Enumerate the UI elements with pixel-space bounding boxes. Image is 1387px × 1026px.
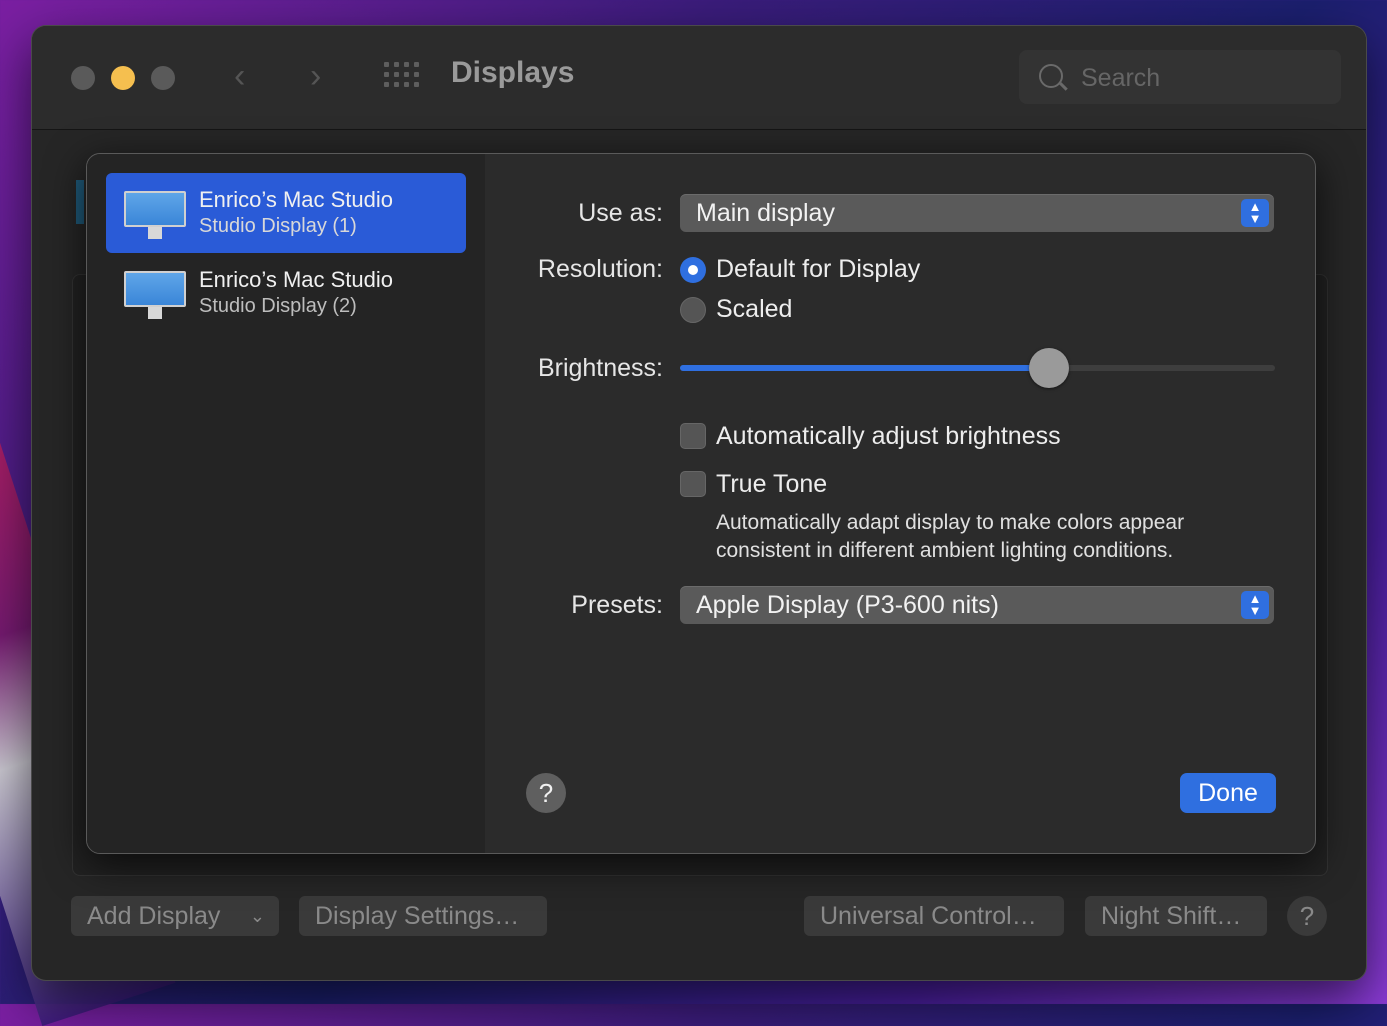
auto-brightness-label[interactable]: Automatically adjust brightness [716, 422, 1061, 451]
toolbar: ‹ › Displays [32, 26, 1366, 130]
use-as-label: Use as: [578, 199, 663, 227]
search-input[interactable] [1079, 58, 1333, 98]
resolution-label: Resolution: [537, 255, 663, 283]
footer-help-button[interactable]: ? [1287, 896, 1327, 936]
close-button[interactable] [71, 66, 95, 90]
resolution-default-radio[interactable] [680, 257, 706, 283]
universal-control-button[interactable]: Universal Control… [804, 896, 1064, 936]
window-title: Displays [451, 56, 575, 89]
done-button[interactable]: Done [1180, 773, 1276, 813]
resolution-default-label[interactable]: Default for Display [716, 255, 920, 284]
sidebar-item-name: Enrico’s Mac Studio [199, 187, 394, 212]
brightness-slider-fill [680, 365, 1049, 371]
night-shift-button[interactable]: Night Shift… [1085, 896, 1267, 936]
brightness-label: Brightness: [537, 354, 663, 382]
monitor-icon [124, 271, 186, 319]
monitor-icon [124, 191, 186, 239]
sidebar-item-subtitle: Studio Display (2) [199, 295, 357, 317]
add-display-button[interactable]: Add Display ⌄ [71, 896, 279, 936]
search-field[interactable] [1019, 50, 1341, 104]
presets-popup[interactable]: Apple Display (P3-600 nits) ▲ ▼ [680, 586, 1274, 624]
resolution-scaled-radio[interactable] [680, 297, 706, 323]
brightness-slider[interactable] [680, 348, 1275, 388]
search-icon [1039, 64, 1063, 88]
back-chevron-icon[interactable]: ‹ [234, 56, 245, 96]
sidebar-item-name: Enrico’s Mac Studio [199, 267, 394, 292]
true-tone-label[interactable]: True Tone [716, 470, 827, 499]
background-display-arrangement [76, 180, 84, 224]
minimize-button[interactable] [111, 66, 135, 90]
forward-chevron-icon[interactable]: › [310, 56, 321, 96]
display-sidebar: Enrico’s Mac Studio Studio Display (1) E… [87, 154, 485, 853]
zoom-button[interactable] [151, 66, 175, 90]
display-settings-button[interactable]: Display Settings… [299, 896, 547, 936]
show-all-grid-icon[interactable] [384, 62, 420, 92]
true-tone-description: Automatically adapt display to make colo… [716, 511, 1185, 562]
sidebar-item-studio-display-1[interactable]: Enrico’s Mac Studio Studio Display (1) [106, 173, 466, 253]
popup-stepper-icon: ▲ ▼ [1241, 591, 1269, 619]
true-tone-checkbox[interactable] [680, 471, 706, 497]
auto-brightness-checkbox[interactable] [680, 423, 706, 449]
use-as-popup[interactable]: Main display ▲ ▼ [680, 194, 1274, 232]
resolution-scaled-label[interactable]: Scaled [716, 295, 792, 324]
popup-stepper-icon: ▲ ▼ [1241, 199, 1269, 227]
brightness-slider-knob[interactable] [1028, 348, 1069, 388]
sidebar-item-studio-display-2[interactable]: Enrico’s Mac Studio Studio Display (2) [106, 253, 466, 333]
chevron-down-icon: ⌄ [249, 906, 265, 926]
sidebar-item-subtitle: Studio Display (1) [199, 215, 357, 237]
sheet-help-button[interactable]: ? [526, 773, 566, 813]
use-as-value: Main display [696, 199, 835, 227]
display-settings-sheet: Enrico’s Mac Studio Studio Display (1) E… [86, 153, 1316, 854]
presets-value: Apple Display (P3-600 nits) [696, 591, 999, 619]
presets-label: Presets: [571, 591, 663, 619]
add-display-label: Add Display [87, 902, 221, 930]
